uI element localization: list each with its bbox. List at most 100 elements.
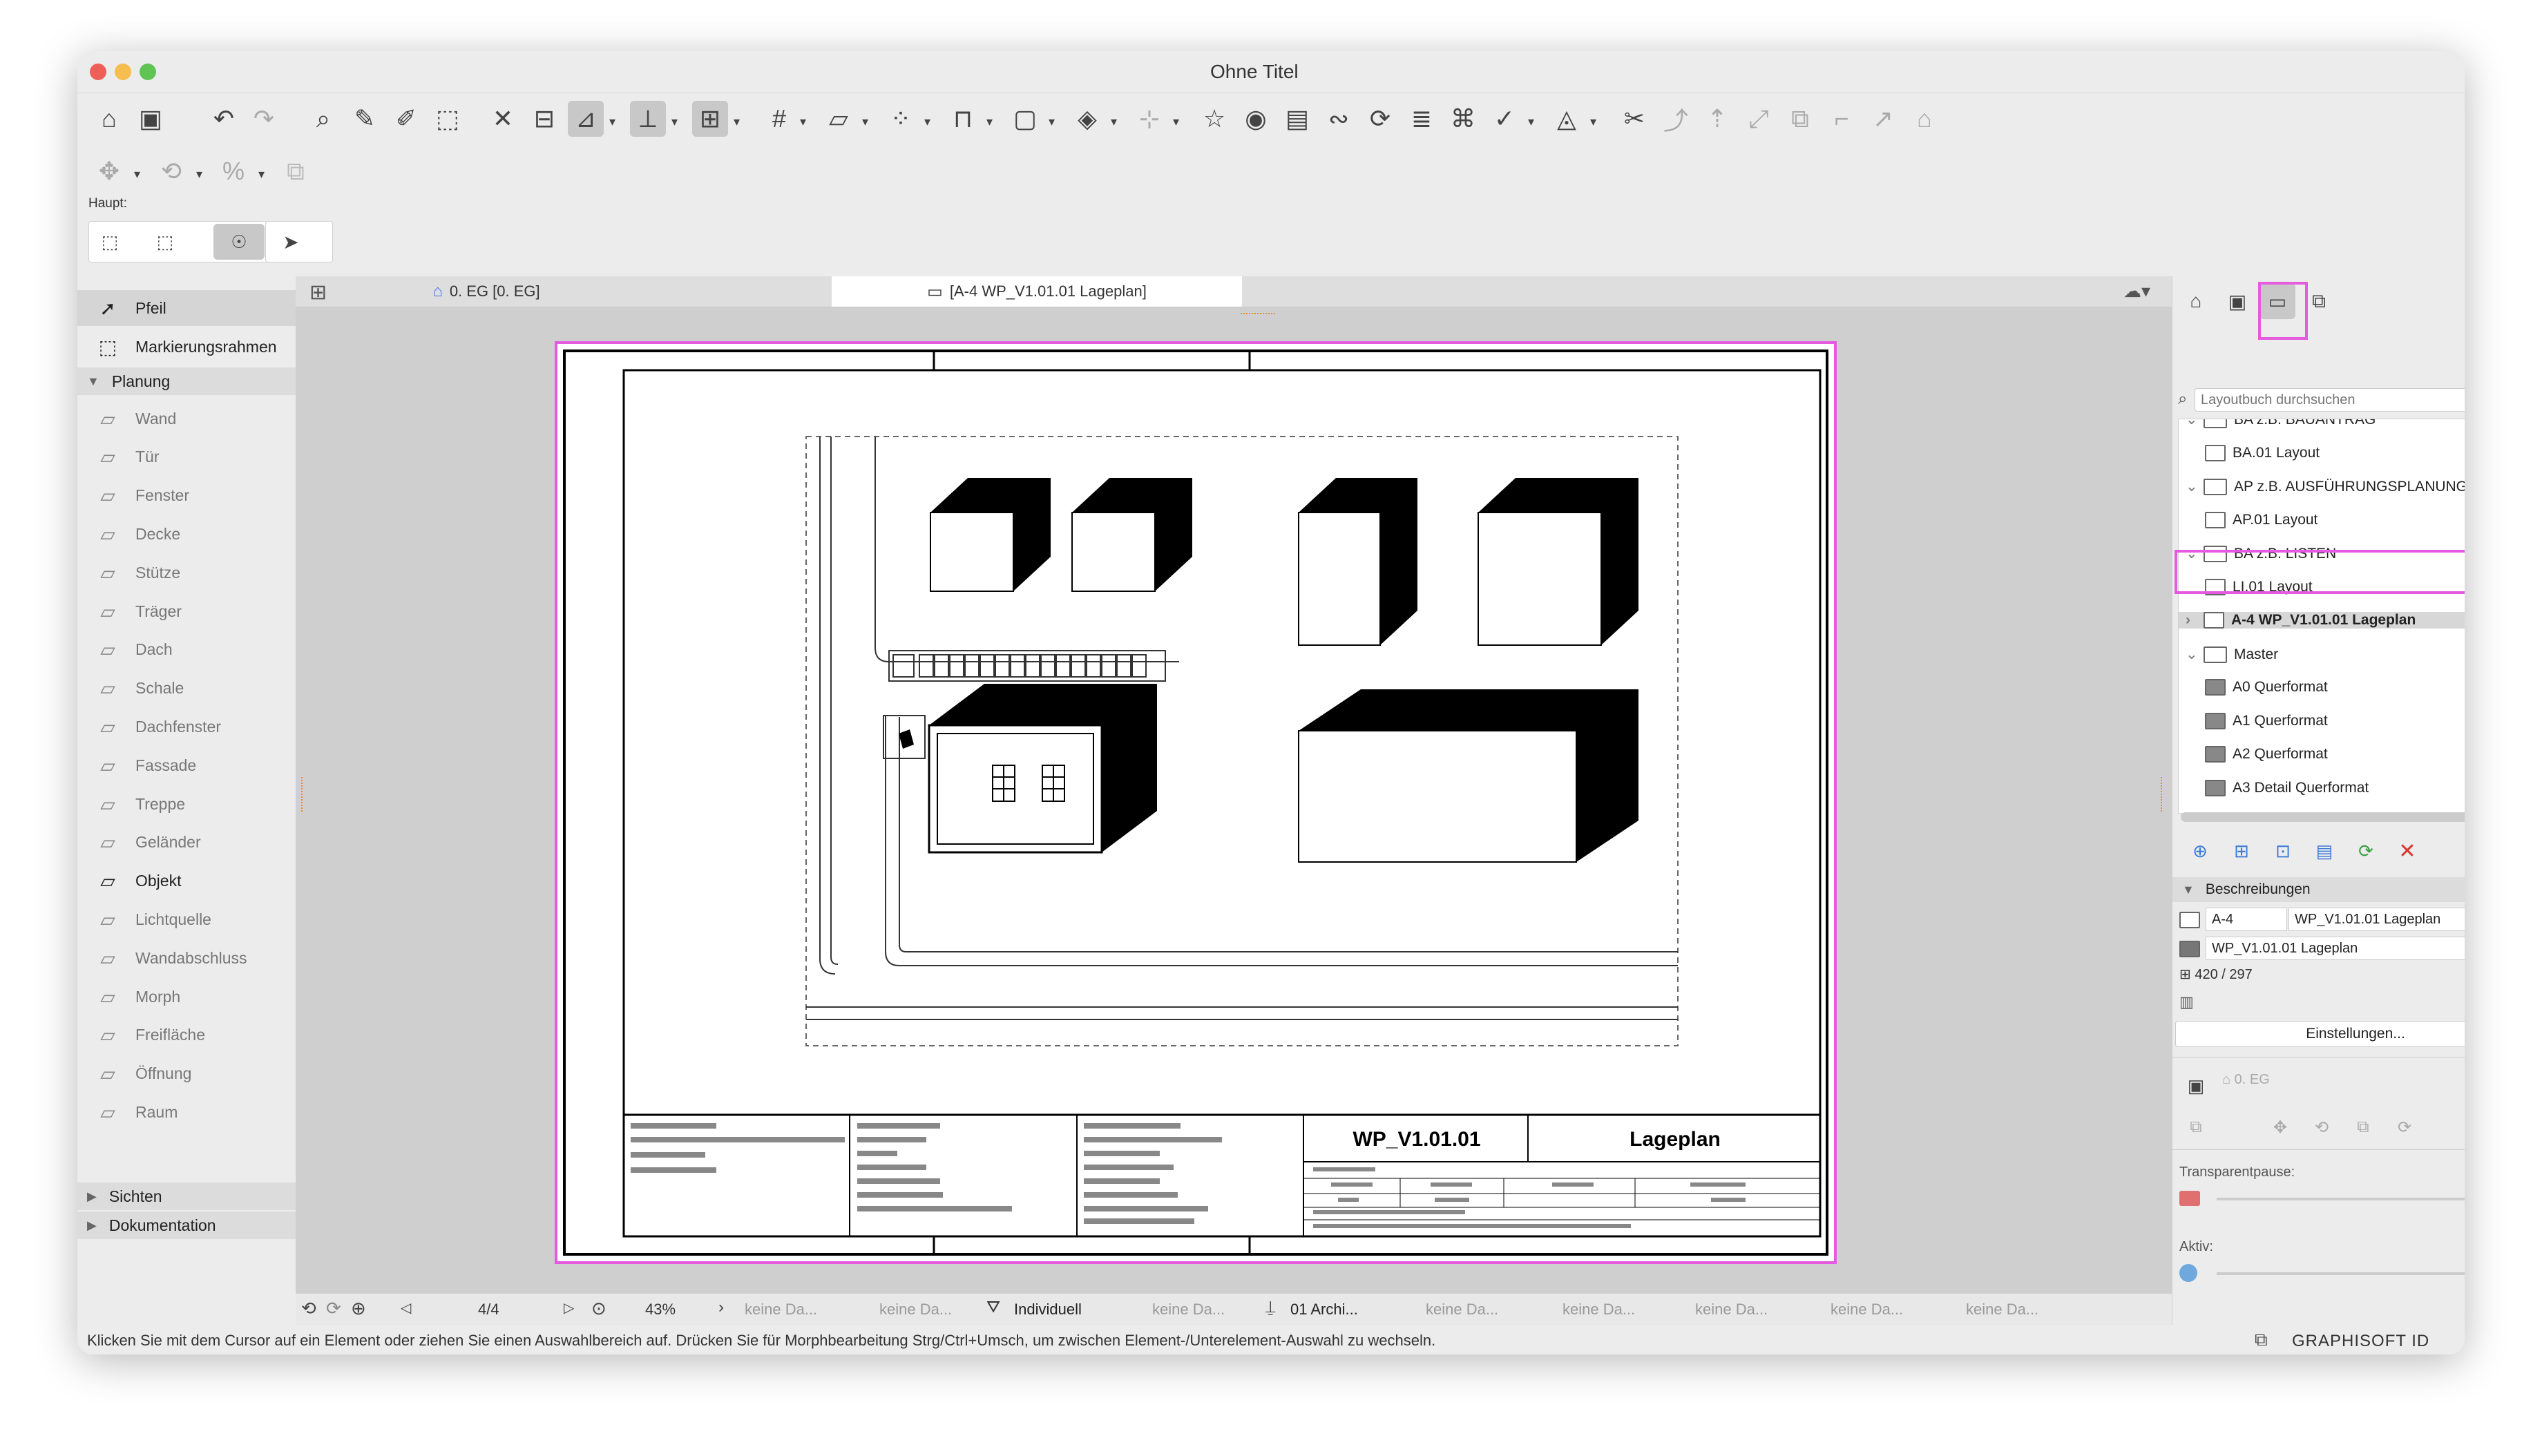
grid-icon[interactable]: #	[761, 101, 797, 137]
tree-item[interactable]: A0 Querformat	[2205, 679, 2328, 696]
new-subset-icon[interactable]: ▤	[2306, 833, 2342, 869]
minimize-window-button[interactable]	[115, 64, 131, 80]
save-icon[interactable]: ▣	[133, 101, 169, 137]
chevron-down-icon[interactable]: ▾	[1590, 115, 1596, 129]
update-icon[interactable]: ⟳	[2387, 1109, 2422, 1145]
search-input[interactable]	[2195, 388, 2465, 412]
pointer-tool-group[interactable]: ➤	[265, 221, 333, 262]
curve-icon[interactable]: ↗	[1865, 101, 1901, 137]
marquee-method-icon[interactable]: ⬚	[147, 224, 183, 260]
grid-view-icon[interactable]: ⊞	[309, 280, 327, 305]
redefine-icon[interactable]: ⧉	[2345, 1109, 2381, 1145]
group-planung[interactable]: ▼ Planung	[77, 367, 296, 395]
status-item-2[interactable]: keine Da...	[879, 1301, 952, 1319]
layout-frame-icon[interactable]: ▢	[1007, 101, 1043, 137]
aktiv-slider[interactable]	[2217, 1272, 2465, 1275]
settings-button[interactable]: Einstellungen...	[2175, 1021, 2465, 1047]
chevron-down-icon[interactable]: ⌄	[2186, 478, 2204, 495]
fillet-icon[interactable]: ⌐	[1824, 101, 1860, 137]
lock-icon[interactable]: ⊓	[945, 101, 981, 137]
home-icon[interactable]: ⌂	[91, 101, 127, 137]
drawing-name-dropdown[interactable]: WP_V1.01.01 Lageplan	[2206, 937, 2465, 960]
redo-icon[interactable]: ↷	[246, 101, 282, 137]
new-folder-icon[interactable]: ⊡	[2265, 833, 2301, 869]
status-item-1[interactable]: keine Da...	[745, 1301, 817, 1319]
search-field[interactable]	[2195, 388, 2465, 414]
tool-stütze[interactable]: ▱ Stütze	[77, 555, 296, 591]
pointer-icon[interactable]: ➤	[273, 224, 309, 260]
layout-sheet[interactable]: WP_V1.01.01 Lageplan	[555, 341, 1837, 1264]
tool-fassade[interactable]: ▱ Fassade	[77, 747, 296, 783]
ruler-icon[interactable]: ⊟	[526, 101, 562, 137]
guide-lines-icon[interactable]: ⊿	[568, 101, 604, 137]
chevron-down-icon[interactable]: ▾	[1111, 115, 1117, 129]
chevron-down-icon[interactable]: ▾	[734, 115, 740, 129]
panel-toggle-icon[interactable]: ⧉	[2255, 1329, 2268, 1351]
previous-page-icon[interactable]: ◁	[401, 1299, 411, 1316]
tool-öffnung[interactable]: ▱ Öffnung	[77, 1056, 296, 1092]
cross-icon[interactable]: ✕	[485, 101, 521, 137]
chevron-down-icon[interactable]: ▾	[671, 115, 678, 129]
clone-icon[interactable]: ⧉	[2178, 1109, 2214, 1145]
adjust-icon[interactable]: ⤴	[1658, 101, 1694, 137]
pick-up-icon[interactable]: ✎	[347, 101, 383, 137]
group-dokumentation[interactable]: ▶ Dokumentation	[77, 1211, 296, 1239]
snap-points-icon[interactable]: ⁘	[883, 101, 919, 137]
view-options-icon[interactable]: ☁▾	[2123, 280, 2150, 302]
tree-item[interactable]: › A-4 WP_V1.01.01 Lageplan	[2179, 612, 2465, 629]
beschreibungen-section[interactable]: ▼ Beschreibungen	[2172, 877, 2465, 902]
tool-treppe[interactable]: ▱ Treppe	[77, 786, 296, 822]
undo-zoom-icon[interactable]: ⟲	[301, 1298, 316, 1319]
rotate-view-icon[interactable]: ⟲	[2304, 1109, 2340, 1145]
tool-raum[interactable]: ▱ Raum	[77, 1094, 296, 1130]
rotate-icon[interactable]: ⟲	[153, 153, 189, 189]
chevron-down-icon[interactable]: ▾	[862, 115, 868, 129]
scissors-icon[interactable]: ✂	[1616, 101, 1652, 137]
zoom-in-icon[interactable]: ⊕	[351, 1298, 366, 1319]
layout-name-field[interactable]: WP_V1.01.01 Lageplan	[2288, 908, 2465, 931]
tool-tür[interactable]: ▱ Tür	[77, 439, 296, 475]
move-view-icon[interactable]: ✥	[2262, 1109, 2298, 1145]
gravity-icon[interactable]: ⟂	[630, 101, 666, 137]
layout-id-field[interactable]: A-4	[2206, 908, 2287, 931]
chevron-down-icon[interactable]: ▾	[986, 115, 993, 129]
magic-wand-icon[interactable]: ☉	[213, 224, 265, 260]
chevron-down-icon[interactable]: ▾	[924, 115, 930, 129]
tag-icon[interactable]: ⌘	[1445, 101, 1481, 137]
roof-tool-icon[interactable]: ⌂	[1906, 101, 1942, 137]
chevron-down-icon[interactable]: ⌄	[2186, 646, 2204, 663]
undo-icon[interactable]: ↶	[206, 101, 242, 137]
move-icon[interactable]: ✥	[91, 153, 127, 189]
shape-icon[interactable]: ◬	[1549, 101, 1585, 137]
chevron-down-icon[interactable]: ⌄	[2186, 419, 2204, 428]
chevron-down-icon[interactable]: ▾	[609, 115, 615, 129]
tool-dach[interactable]: ▱ Dach	[77, 632, 296, 668]
fill-icon[interactable]: ◈	[1069, 101, 1105, 137]
check-icon[interactable]: ✓	[1487, 101, 1522, 137]
plane-icon[interactable]: ⏥	[821, 101, 857, 137]
chevron-right-icon[interactable]: ›	[2186, 612, 2204, 629]
refresh-icon[interactable]: ⟳	[2348, 833, 2384, 869]
next-page-icon[interactable]: ▷	[564, 1299, 574, 1316]
status-item-6[interactable]: keine Da...	[1695, 1301, 1768, 1319]
chevron-right-icon[interactable]: ›	[718, 1298, 724, 1317]
tree-item[interactable]: AP.01 Layout	[2205, 512, 2318, 528]
color-swatch[interactable]	[2179, 1191, 2200, 1206]
status-item-8[interactable]: keine Da...	[1966, 1301, 2038, 1319]
find-select-icon[interactable]: ⌕	[305, 101, 341, 137]
tree-item[interactable]: ⌄ AP z.B. AUSFÜHRUNGSPLANUNG	[2186, 478, 2465, 496]
drawing-icon[interactable]: ▤	[1279, 101, 1315, 137]
inject-icon[interactable]: ✐	[388, 101, 424, 137]
redo-zoom-icon[interactable]: ⟳	[326, 1298, 341, 1319]
selection-method-icon[interactable]: ⬚	[92, 224, 128, 260]
tool-morph[interactable]: ▱ Morph	[77, 979, 296, 1015]
zoom-icon[interactable]: ⊙	[591, 1298, 606, 1319]
view-settings-icon[interactable]: ▣	[2178, 1068, 2214, 1104]
tool-pfeil[interactable]: ➚ Pfeil	[77, 290, 296, 326]
favorites-icon[interactable]: ☆	[1196, 101, 1232, 137]
delete-icon[interactable]: ✕	[2389, 833, 2425, 869]
tool-freifläche[interactable]: ▱ Freifläche	[77, 1017, 296, 1053]
tree-item[interactable]: A3 Detail Querformat	[2205, 780, 2369, 796]
chevron-down-icon[interactable]: ▾	[134, 167, 140, 182]
story-dropdown[interactable]: ⌂ 0. EG	[2222, 1072, 2270, 1088]
